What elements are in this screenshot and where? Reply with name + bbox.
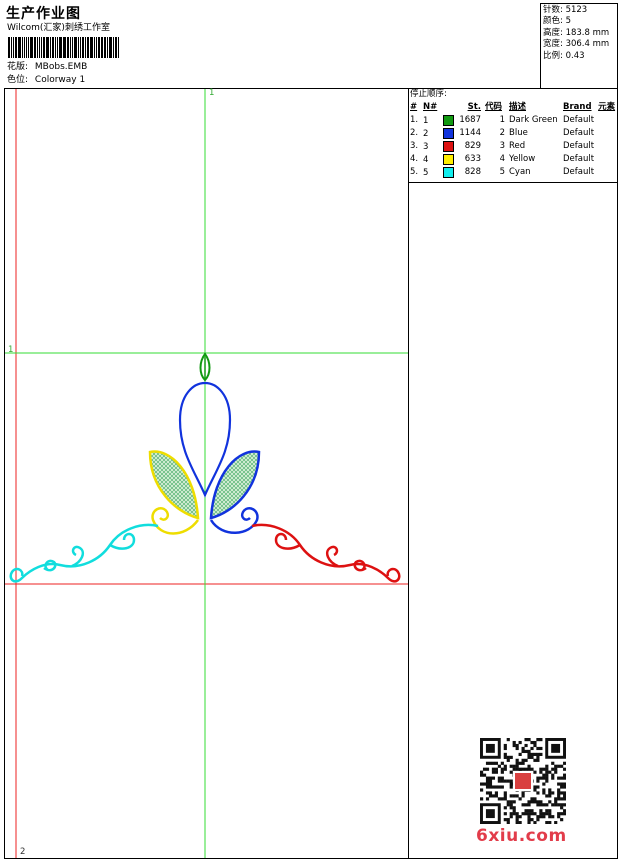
embroidery-design [5, 89, 408, 858]
watermark-logo: 6xiu.com [476, 826, 567, 846]
marker-top: 1 [209, 88, 215, 98]
qr-code [480, 738, 566, 824]
red-scroll [251, 523, 401, 583]
marker-bottom: 2 [20, 847, 26, 857]
marker-left: 1 [8, 345, 14, 355]
cyan-scroll [9, 523, 159, 583]
